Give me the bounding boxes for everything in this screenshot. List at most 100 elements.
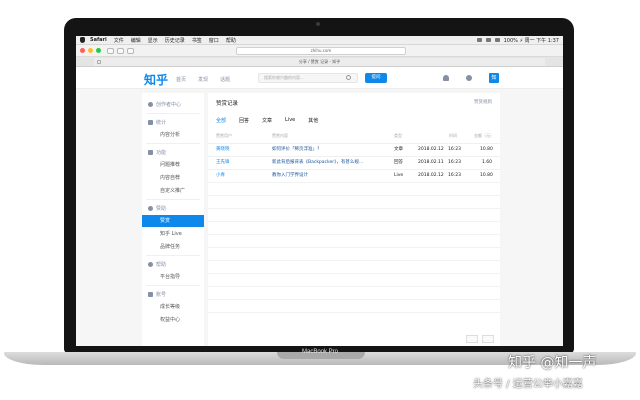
wifi-icon[interactable] [494,38,500,42]
column-header-type: 类型 [394,133,402,138]
tab-title: 分享 / 赞赏 记录 - 知乎 [298,59,341,64]
row-time: 16:23 [448,160,461,165]
pagination-next-button[interactable] [482,335,494,343]
row-date: 2018.02.12 [418,173,444,178]
empty-row [208,247,500,260]
address-bar[interactable]: zhihu.com [236,47,406,55]
forward-button[interactable] [117,47,124,54]
zoom-window-icon[interactable] [96,48,101,53]
sidebar-item-content-analysis[interactable]: 内容分析 [142,129,204,141]
page-content: 创作者中心 统计 内容分析 功能 问题推荐 内容自荐 自定义推广 赞助 赞赏 知… [76,89,563,346]
sidebar-section-stats: 统计 [148,119,166,126]
mac-menubar: Safari 文件 编辑 显示 历史记录 书签 窗口 帮助 100% ⚡ 周一 … [76,36,563,45]
menu-history[interactable]: 历史记录 [165,37,185,44]
sidebar-item-platform-guide[interactable]: 平台指导 [142,271,204,283]
tab-live[interactable]: Live [285,117,295,124]
sidebar-section-label: 帮助 [156,262,167,268]
row-user[interactable]: 王先锋 [216,157,230,169]
nav-explore[interactable]: 发现 [198,76,208,83]
divider [146,199,200,200]
search-icon[interactable] [346,75,351,80]
tip-rules-link[interactable]: 赞赏规则 [474,99,492,105]
row-user[interactable]: 小青 [216,170,225,182]
row-date: 2018.02.11 [418,160,444,165]
table-row: 王先锋 新此背后报背表《Backpacker》，有甚么规... 回答 2018.… [208,156,500,169]
menu-file[interactable]: 文件 [114,37,124,44]
row-content-link[interactable]: 如何评价「稀页浮准」? [272,144,319,156]
chart-icon [148,120,153,125]
row-content-link[interactable]: 新此背后报背表《Backpacker》，有甚么规... [272,157,363,169]
menu-bookmarks[interactable]: 书签 [192,37,202,44]
user-icon [148,102,153,107]
site-logo[interactable]: 知乎 [144,71,168,88]
row-date: 2018.02.12 [418,147,444,152]
nav-topics[interactable]: 话题 [220,76,230,83]
column-header-amount: 金额（元） [474,133,494,138]
tray-icon[interactable] [476,38,482,42]
divider [146,143,200,144]
tab-articles[interactable]: 文章 [262,117,272,124]
ask-question-button[interactable]: 提问 [365,73,387,83]
sidebar-item-self-recommend[interactable]: 内容自荐 [142,172,204,184]
nav-home[interactable]: 首页 [176,76,186,83]
minimize-window-icon[interactable] [88,48,93,53]
watermark-zhihu: 知乎 @知一声 [508,355,597,371]
row-type: 回答 [394,160,403,165]
menu-window[interactable]: 窗口 [209,37,219,44]
divider [146,255,200,256]
empty-row [208,195,500,208]
tab-all[interactable]: 全部 [216,117,226,124]
pagination-prev-button[interactable] [466,335,478,343]
tips-panel: 赞赏记录 赞赏规则 全部 回答 文章 Live 其他 赞赏用户 赞赏内容 类型 … [208,93,500,346]
help-icon [148,262,153,267]
camera [316,22,320,26]
sidebar-item-tips[interactable]: 赞赏 [142,215,204,227]
tray-icon[interactable] [485,38,491,42]
row-content-link[interactable]: 教你入门学界设计 [272,170,308,182]
sidebar-item-question-recommend[interactable]: 问题推荐 [142,159,204,171]
empty-row [208,208,500,221]
row-user[interactable]: 黄晓晓 [216,144,230,156]
empty-row [208,273,500,286]
tab-other[interactable]: 其他 [308,117,318,124]
status-clock: 100% ⚡ 周一 下午 1:37 [503,37,559,44]
row-type: Live [394,173,404,178]
empty-row [208,182,500,195]
menu-help[interactable]: 帮助 [226,37,236,44]
column-header-time: 时间 [449,133,457,138]
apple-icon[interactable] [80,37,85,43]
laptop-screen: Safari 文件 编辑 显示 历史记录 书签 窗口 帮助 100% ⚡ 周一 … [76,36,563,346]
creator-sidebar: 创作者中心 统计 内容分析 功能 问题推荐 内容自荐 自定义推广 赞助 赞赏 知… [142,93,204,346]
column-header-user: 赞赏用户 [216,133,232,138]
sidebar-item-custom-promotion[interactable]: 自定义推广 [142,185,204,197]
table-row: 小青 教你入门学界设计 Live 2018.02.12 16:23 10.80 [208,169,500,182]
sidebar-item-benefits[interactable]: 权益中心 [142,314,204,326]
sidebar-toggle-button[interactable] [127,47,134,54]
back-button[interactable] [107,47,114,54]
menu-safari[interactable]: Safari [90,37,107,43]
row-type: 文章 [394,147,403,152]
menu-edit[interactable]: 编辑 [131,37,141,44]
row-amount: 10.80 [480,173,493,178]
browser-tab[interactable]: 分享 / 赞赏 记录 - 知乎 [94,58,545,66]
avatar[interactable]: 知 [489,73,499,83]
tab-answers[interactable]: 回答 [239,117,249,124]
column-header-content: 赞赏内容 [272,133,288,138]
sidebar-section-label: 账号 [156,292,167,298]
message-icon[interactable] [466,75,472,81]
empty-row [208,312,500,325]
close-window-icon[interactable] [80,48,85,53]
menu-view[interactable]: 显示 [148,37,158,44]
search-input[interactable]: 搜索你感兴趣的内容... [258,73,358,83]
tab-bar: 分享 / 赞赏 记录 - 知乎 [76,57,563,67]
status-tray: 100% ⚡ 周一 下午 1:37 [476,37,559,44]
sidebar-item-growth-level[interactable]: 成长等级 [142,301,204,313]
close-tab-icon[interactable] [97,60,101,64]
sidebar-section-features: 功能 [148,149,166,156]
sidebar-item-brand-tasks[interactable]: 品牌任务 [142,241,204,253]
stage: Safari 文件 编辑 显示 历史记录 书签 窗口 帮助 100% ⚡ 周一 … [0,0,640,400]
table-row: 黄晓晓 如何评价「稀页浮准」? 文章 2018.02.12 16:23 10.8… [208,143,500,156]
sidebar-creator-center[interactable]: 创作者中心 [148,101,181,108]
sidebar-item-live[interactable]: 知乎 Live [142,228,204,240]
bell-icon[interactable] [443,75,449,81]
